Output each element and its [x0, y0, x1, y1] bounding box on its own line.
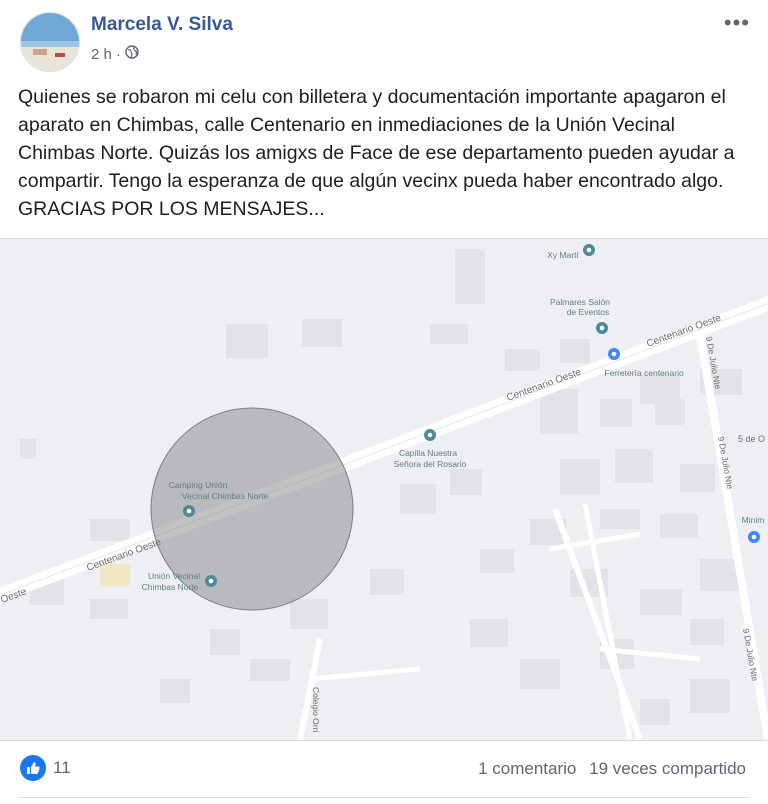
map-label-poi: Camping Unión [169, 480, 228, 490]
map-pin-icon[interactable] [183, 505, 195, 517]
post-header: Marcela V. Silva 2 h · ••• [0, 0, 768, 80]
globe-icon [125, 45, 139, 63]
thumbs-up-icon[interactable] [20, 755, 46, 781]
map-label-poi: Unión Vecinal [148, 571, 200, 581]
map-label-poi: Palmares Salón [550, 297, 610, 307]
map-pin-icon[interactable] [748, 531, 760, 543]
map-pin-icon[interactable] [608, 348, 620, 360]
author-name[interactable]: Marcela V. Silva [91, 14, 233, 36]
map-pin-icon[interactable] [583, 244, 595, 256]
post-meta: 2 h · [91, 45, 139, 63]
divider [18, 797, 750, 798]
map-pin-icon[interactable] [205, 575, 217, 587]
avatar[interactable] [20, 12, 80, 72]
map-label-poi: Minim [742, 515, 765, 525]
ellipsis-icon[interactable]: ••• [724, 10, 750, 36]
comments-link[interactable]: 1 comentario [478, 759, 576, 778]
map-label-poi: Señora del Rosario [394, 459, 467, 469]
map-label-poi: Vecinal Chimbas Norte [182, 491, 269, 501]
map-label-poi: Ferretería centenario [604, 368, 684, 378]
map-label-street: 5 de O [738, 434, 765, 444]
map-label-poi: Chimbas Norte [142, 582, 199, 592]
meta-separator: · [115, 45, 121, 63]
map-label-poi: de Eventos [567, 307, 610, 317]
map-label-street: Colegio Orri [311, 687, 321, 732]
map-pin-icon[interactable] [424, 429, 436, 441]
map-label-poi: Capilla Nuestra [399, 448, 457, 458]
map-image[interactable]: Centenario Oeste Centenario Oeste Centen… [0, 238, 768, 741]
map-pin-icon[interactable] [596, 322, 608, 334]
post-text: Quienes se robaron mi celu con billetera… [18, 86, 735, 220]
post-stats: 1 comentario 19 veces compartido [470, 759, 746, 779]
map-label-poi: Xy Martí [547, 250, 579, 260]
shares-link[interactable]: 19 veces compartido [589, 759, 746, 778]
like-count[interactable]: 11 [53, 758, 71, 778]
post-time[interactable]: 2 h [91, 46, 112, 63]
facebook-post: Marcela V. Silva 2 h · ••• Quienes se ro… [0, 0, 768, 804]
